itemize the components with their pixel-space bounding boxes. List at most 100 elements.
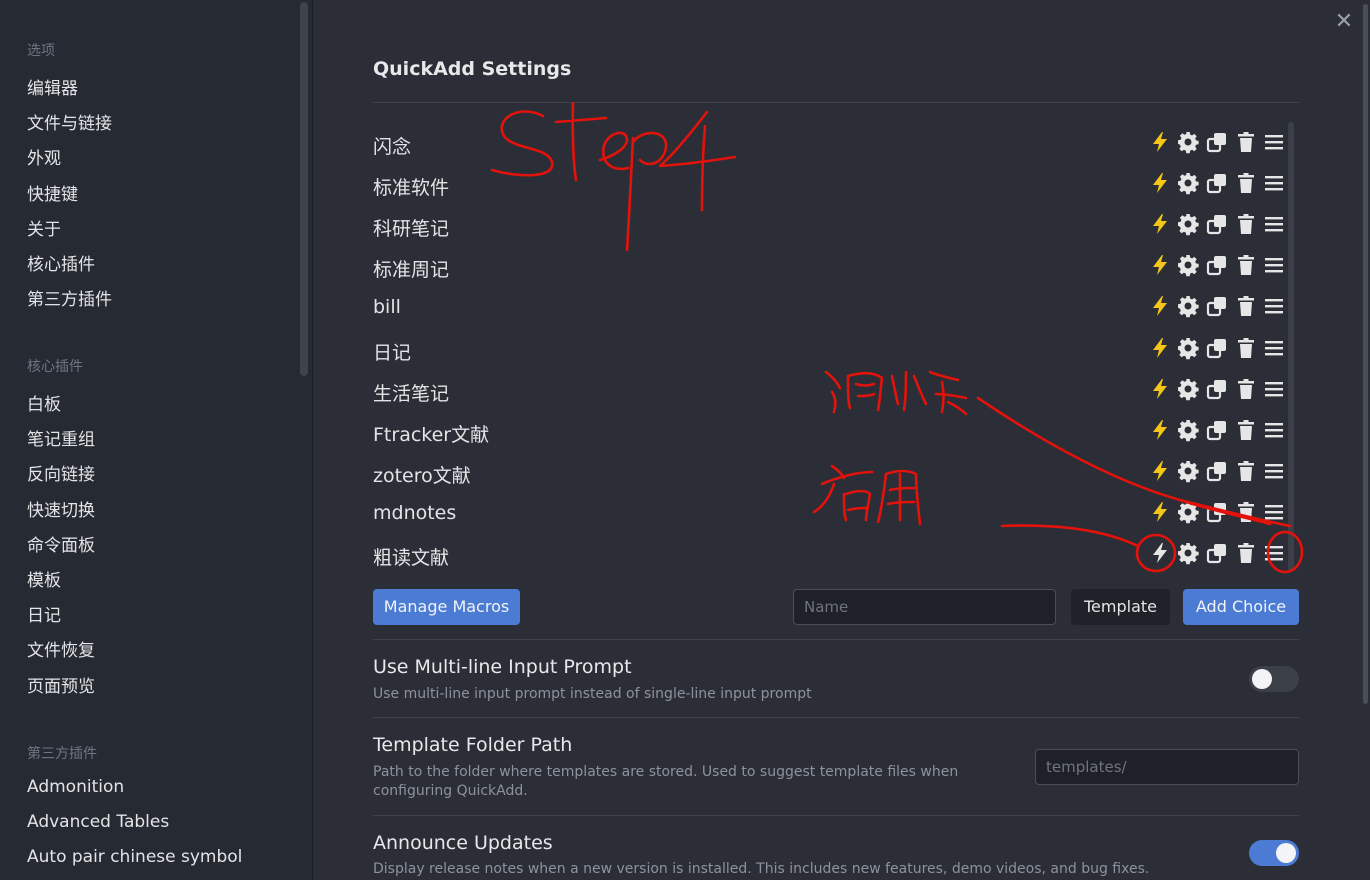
lightning-icon[interactable]	[1148, 377, 1172, 401]
add-choice-button[interactable]: Add Choice	[1183, 589, 1299, 625]
sidebar-heading: 选项	[27, 43, 55, 59]
close-icon[interactable]: ✕	[1332, 10, 1356, 34]
announce-updates-toggle[interactable]	[1249, 840, 1299, 866]
gear-icon[interactable]	[1176, 500, 1200, 524]
choice-name-input[interactable]	[793, 589, 1056, 625]
sidebar-item[interactable]: 白板	[27, 390, 61, 415]
gear-icon[interactable]	[1176, 418, 1200, 442]
sidebar-item[interactable]: 笔记重组	[27, 425, 95, 450]
drag-handle-icon[interactable]	[1262, 541, 1286, 565]
choice-row: 闪念	[373, 126, 1288, 162]
sidebar-item[interactable]: 外观	[27, 144, 61, 169]
manage-macros-button[interactable]: Manage Macros	[373, 589, 520, 625]
choice-row: 标准周记	[373, 249, 1288, 285]
sidebar-item[interactable]: 编辑器	[27, 74, 78, 99]
trash-icon[interactable]	[1234, 541, 1258, 565]
gear-icon[interactable]	[1176, 253, 1200, 277]
gear-icon[interactable]	[1176, 459, 1200, 483]
lightning-icon[interactable]	[1148, 418, 1172, 442]
gear-icon[interactable]	[1176, 130, 1200, 154]
copy-icon[interactable]	[1205, 212, 1229, 236]
choice-name: zotero文献	[373, 464, 471, 487]
copy-icon[interactable]	[1205, 253, 1229, 277]
sidebar-item[interactable]: 页面预览	[27, 672, 95, 697]
gear-icon[interactable]	[1176, 541, 1200, 565]
trash-icon[interactable]	[1234, 212, 1258, 236]
copy-icon[interactable]	[1205, 294, 1229, 318]
copy-icon[interactable]	[1205, 171, 1229, 195]
copy-icon[interactable]	[1205, 336, 1229, 360]
drag-handle-icon[interactable]	[1262, 377, 1286, 401]
sidebar-item[interactable]: Auto pair chinese symbol	[27, 847, 242, 867]
lightning-icon[interactable]	[1148, 459, 1172, 483]
drag-handle-icon[interactable]	[1262, 418, 1286, 442]
copy-icon[interactable]	[1205, 377, 1229, 401]
trash-icon[interactable]	[1234, 336, 1258, 360]
lightning-icon[interactable]	[1148, 130, 1172, 154]
gear-icon[interactable]	[1176, 212, 1200, 236]
drag-handle-icon[interactable]	[1262, 253, 1286, 277]
choice-row: 生活笔记	[373, 373, 1288, 409]
choice-name: Ftracker文献	[373, 423, 490, 446]
copy-icon[interactable]	[1205, 459, 1229, 483]
gear-icon[interactable]	[1176, 377, 1200, 401]
sidebar-item[interactable]: 核心插件	[27, 250, 95, 275]
lightning-icon[interactable]	[1148, 212, 1172, 236]
template-folder-input[interactable]	[1035, 749, 1299, 785]
sidebar-item[interactable]: 反向链接	[27, 460, 95, 485]
drag-handle-icon[interactable]	[1262, 459, 1286, 483]
trash-icon[interactable]	[1234, 500, 1258, 524]
copy-icon[interactable]	[1205, 130, 1229, 154]
choice-row: mdnotes	[373, 496, 1288, 532]
choice-actions	[1148, 212, 1288, 240]
drag-handle-icon[interactable]	[1262, 294, 1286, 318]
sidebar-scrollbar[interactable]	[300, 2, 308, 376]
copy-icon[interactable]	[1205, 418, 1229, 442]
copy-icon[interactable]	[1205, 541, 1229, 565]
choice-name: 标准周记	[373, 259, 450, 282]
trash-icon[interactable]	[1234, 459, 1258, 483]
multiline-toggle[interactable]	[1249, 666, 1299, 692]
sidebar-heading: 核心插件	[27, 359, 83, 375]
sidebar-item[interactable]: Advanced Tables	[27, 812, 169, 832]
sidebar-item[interactable]: 关于	[27, 215, 61, 240]
trash-icon[interactable]	[1234, 294, 1258, 318]
trash-icon[interactable]	[1234, 418, 1258, 442]
sidebar-item[interactable]: 快速切换	[27, 496, 95, 521]
gear-icon[interactable]	[1176, 294, 1200, 318]
trash-icon[interactable]	[1234, 171, 1258, 195]
copy-icon[interactable]	[1205, 500, 1229, 524]
sidebar-item[interactable]: 快捷键	[27, 180, 78, 205]
sidebar-item[interactable]: 文件与链接	[27, 109, 112, 134]
lightning-icon[interactable]	[1148, 500, 1172, 524]
sidebar-item[interactable]: 模板	[27, 566, 61, 591]
drag-handle-icon[interactable]	[1262, 500, 1286, 524]
lightning-icon[interactable]	[1148, 336, 1172, 360]
choice-list-scrollbar[interactable]	[1288, 122, 1294, 572]
trash-icon[interactable]	[1234, 130, 1258, 154]
lightning-icon[interactable]	[1148, 253, 1172, 277]
drag-handle-icon[interactable]	[1262, 212, 1286, 236]
choice-actions	[1148, 253, 1288, 281]
drag-handle-icon[interactable]	[1262, 336, 1286, 360]
sidebar-item[interactable]: 第三方插件	[27, 285, 112, 310]
sidebar-item[interactable]: 文件恢复	[27, 636, 95, 661]
gear-icon[interactable]	[1176, 336, 1200, 360]
choice-name: 闪念	[373, 136, 412, 158]
trash-icon[interactable]	[1234, 253, 1258, 277]
sidebar-item[interactable]: 日记	[27, 601, 61, 626]
choice-name: bill	[373, 296, 401, 319]
sidebar-item[interactable]: 命令面板	[27, 531, 95, 556]
lightning-icon[interactable]	[1148, 294, 1172, 318]
sidebar-item[interactable]: Admonition	[27, 777, 124, 797]
drag-handle-icon[interactable]	[1262, 130, 1286, 154]
content-scrollbar-thumb[interactable]	[1363, 4, 1368, 704]
lightning-icon[interactable]	[1148, 171, 1172, 195]
trash-icon[interactable]	[1234, 377, 1258, 401]
lightning-icon[interactable]	[1148, 541, 1172, 565]
gear-icon[interactable]	[1176, 171, 1200, 195]
choice-actions	[1148, 500, 1288, 528]
drag-handle-icon[interactable]	[1262, 171, 1286, 195]
content-scrollbar[interactable]	[1361, 0, 1370, 880]
template-type-button[interactable]: Template	[1071, 589, 1170, 625]
